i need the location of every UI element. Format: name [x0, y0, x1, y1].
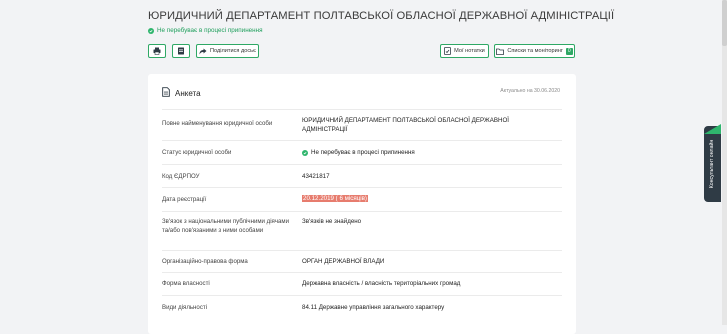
row-value: Державна власність / власність територіа… — [302, 280, 461, 287]
share-icon — [199, 48, 207, 55]
page-title: ЮРИДИЧНИЙ ДЕПАРТАМЕНТ ПОЛТАВСЬКОЇ ОБЛАСН… — [148, 10, 615, 22]
profile-card: Анкета Актуально на 30.06.2020 Повне най… — [148, 74, 576, 334]
lists-count-badge: 0 — [565, 47, 573, 55]
row-label: Види діяльності — [162, 304, 208, 311]
row-label: Код ЄДРПОУ — [162, 173, 200, 180]
table-row: Статус юридичної особи Не перебуває в пр… — [162, 140, 562, 165]
actual-date: Актуально на 30.06.2020 — [500, 88, 560, 94]
check-circle-icon — [302, 150, 308, 157]
document-button[interactable] — [172, 44, 190, 58]
notes-icon — [444, 47, 452, 55]
my-notes-button[interactable]: Мої нотатки — [440, 44, 489, 58]
scrollbar-thumb[interactable] — [722, 0, 727, 46]
row-label: Організаційно-правова форма — [162, 258, 248, 265]
table-row: Організаційно-правова форма ОРГАН ДЕРЖАВ… — [162, 250, 562, 273]
table-row: Види діяльності 84.11 Державне управлінн… — [162, 295, 562, 320]
table-row: Зв'язок з національними публічними діяча… — [162, 211, 562, 251]
check-circle-icon — [148, 27, 154, 34]
row-value: ЮРИДИЧНИЙ ДЕПАРТАМЕНТ ПОЛТАВСЬКОЇ ОБЛАСН… — [302, 117, 510, 133]
table-row: Дата реєстрації 20.12.2019 ( 6 місяців) — [162, 187, 562, 212]
table-row: Повне найменування юридичної особи ЮРИДИ… — [162, 109, 562, 141]
lists-monitoring-button[interactable]: Списки та моніторинг 0 — [494, 44, 575, 58]
chat-accent-corner — [704, 124, 721, 134]
print-button[interactable] — [148, 44, 166, 58]
row-label: Зв'язок з національними публічними діяча… — [162, 218, 290, 234]
share-dossier-button[interactable]: Поділитися досьє — [196, 44, 259, 58]
lists-label: Списки та моніторинг — [507, 48, 563, 54]
document-icon — [177, 47, 185, 55]
row-value: 43421817 — [302, 173, 330, 180]
row-label: Форма власності — [162, 280, 210, 287]
row-value: ОРГАН ДЕРЖАВНОЇ ВЛАДИ — [302, 258, 385, 265]
registration-date-highlight: 20.12.2019 ( 6 місяців) — [302, 195, 368, 202]
row-label: Повне найменування юридичної особи — [162, 120, 273, 127]
row-value: 20.12.2019 ( 6 місяців) — [302, 195, 522, 204]
folder-icon — [496, 48, 505, 55]
company-status: Не перебуває в процесі припинення — [148, 27, 263, 34]
row-value: Зв'язків не знайдено — [302, 218, 362, 225]
online-consultant-tab[interactable]: Консультант онлайн — [704, 126, 721, 202]
table-row: Форма власності Державна власність / вла… — [162, 272, 562, 296]
status-value: Не перебуває в процесі припинення — [311, 149, 415, 156]
notes-label: Мої нотатки — [454, 48, 485, 54]
status-text: Не перебуває в процесі припинення — [157, 27, 263, 34]
card-header: Анкета — [162, 87, 201, 99]
page-scrollbar[interactable] — [722, 0, 727, 325]
row-label: Дата реєстрації — [162, 196, 207, 203]
row-value: 84.11 Державне управління загального хар… — [302, 304, 445, 311]
document-icon — [162, 87, 170, 99]
table-row: Код ЄДРПОУ 43421817 — [162, 164, 562, 188]
share-label: Поділитися досьє — [210, 48, 256, 54]
row-value-status: Не перебуває в процесі припинення — [302, 149, 522, 158]
print-icon — [153, 47, 161, 55]
card-title: Анкета — [175, 88, 201, 98]
chat-label: Консультант онлайн — [709, 139, 716, 189]
row-label: Статус юридичної особи — [162, 149, 232, 156]
